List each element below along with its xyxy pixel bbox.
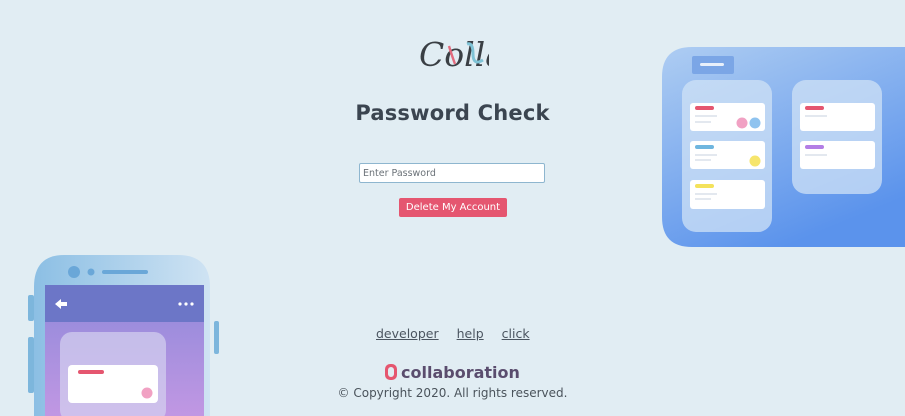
collaboration-brand-logo: collaboration <box>385 363 520 382</box>
password-input[interactable] <box>359 163 545 183</box>
logo-text: Colla <box>419 35 489 74</box>
footer-link-help[interactable]: help <box>457 326 484 341</box>
footer-link-click[interactable]: click <box>502 326 530 341</box>
colla-logo: Colla <box>419 35 489 74</box>
brand-text: collaboration <box>401 363 520 382</box>
kanban-board-illustration <box>662 47 905 247</box>
footer-link-developer[interactable]: developer <box>376 326 439 341</box>
more-horizontal-icon <box>178 302 194 306</box>
board-column-2 <box>792 80 882 194</box>
copyright-text: © Copyright 2020. All rights reserved. <box>337 386 568 400</box>
footer-links: developer help click <box>376 326 530 341</box>
delete-account-button[interactable]: Delete My Account <box>399 198 507 217</box>
